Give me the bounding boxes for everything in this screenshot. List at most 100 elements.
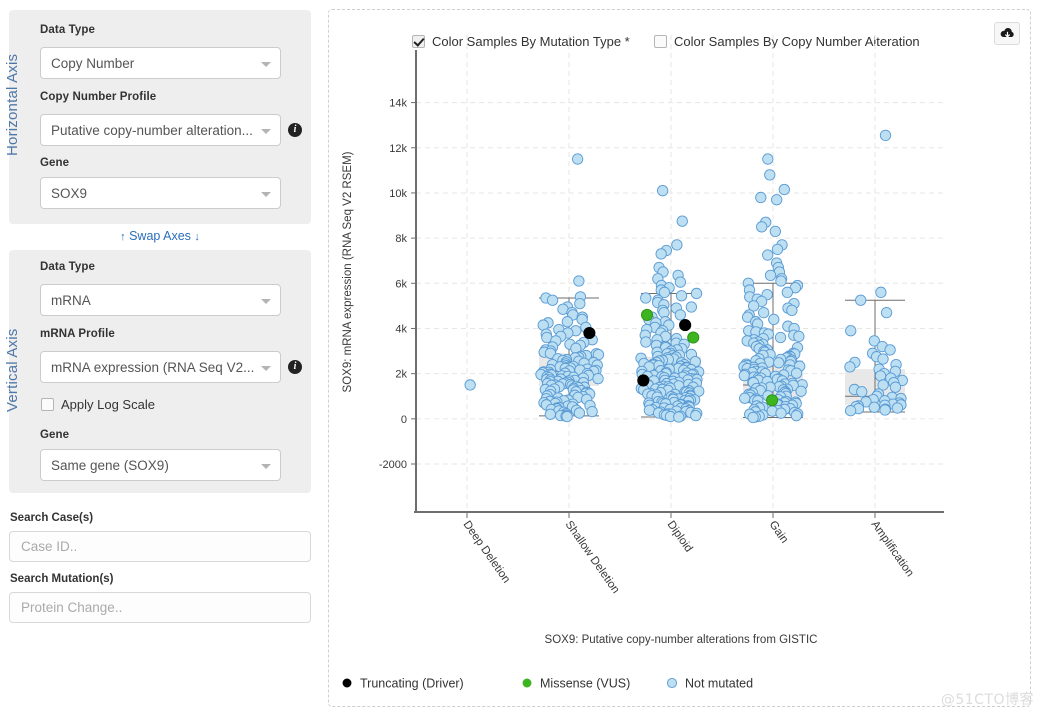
vertical-profile-select[interactable]: mRNA expression (RNA Seq V2... [40, 351, 281, 383]
vertical-gene-select[interactable]: Same gene (SOX9) [40, 449, 281, 481]
data-point-not-mutated [586, 405, 598, 418]
legend-label: Missense (VUS) [540, 677, 630, 691]
data-point-not-mutated [762, 249, 774, 261]
svg-text:Diploid: Diploid [665, 519, 695, 555]
horizontal-gene-value: SOX9 [51, 186, 88, 201]
vertical-gene-value: Same gene (SOX9) [51, 458, 169, 473]
search-mutations-input[interactable] [9, 592, 311, 623]
data-point-not-mutated [771, 194, 783, 206]
data-point-not-mutated [755, 191, 767, 204]
data-point-not-mutated [573, 407, 586, 419]
data-point-not-mutated [771, 243, 784, 256]
chevron-down-icon [261, 192, 271, 197]
checkbox-box [41, 398, 54, 411]
data-point-not-mutated [574, 297, 586, 310]
data-point-not-mutated [844, 361, 856, 373]
horizontal-gene-label: Gene [40, 157, 70, 169]
data-point-not-mutated [592, 372, 604, 385]
data-point-not-mutated [544, 408, 556, 420]
data-point-not-mutated [889, 381, 902, 393]
data-point-not-mutated [778, 183, 790, 196]
svg-text:12k: 12k [389, 143, 407, 155]
legend-swatch [666, 677, 678, 689]
data-point-not-mutated [657, 185, 669, 197]
data-point-not-mutated [762, 153, 774, 165]
arrow-down-icon: ↓ [194, 231, 200, 243]
svg-text:4k: 4k [395, 323, 407, 335]
svg-text:Gain: Gain [767, 519, 791, 546]
horizontal-profile-select[interactable]: Putative copy-number alteration... [40, 114, 281, 146]
chevron-down-icon [261, 299, 271, 304]
horizontal-data-type-select[interactable]: Copy Number [40, 47, 281, 79]
data-point-not-mutated [571, 153, 584, 165]
horizontal-profile-value: Putative copy-number alteration... [51, 123, 253, 138]
data-point-not-mutated [768, 313, 780, 326]
vertical-profile-value: mRNA expression (RNA Seq V2... [51, 360, 254, 375]
svg-text:Amplification: Amplification [869, 519, 916, 579]
info-icon[interactable]: i [288, 123, 302, 137]
watermark: @51CTO博客 [940, 692, 1034, 708]
svg-text:14k: 14k [389, 98, 407, 110]
search-mutations-label: Search Mutation(s) [10, 573, 114, 585]
data-point-not-mutated [793, 330, 805, 343]
chevron-down-icon [261, 366, 271, 371]
svg-text:8k: 8k [395, 233, 407, 245]
data-point-not-mutated [877, 353, 889, 365]
legend-label: Truncating (Driver) [360, 677, 464, 691]
info-icon[interactable]: i [288, 360, 302, 374]
svg-text:SOX9: mRNA expression (RNA Seq: SOX9: mRNA expression (RNA Seq V2 RSEM) [342, 151, 354, 392]
apply-log-scale-checkbox[interactable]: Apply Log Scale [41, 397, 155, 412]
data-point-not-mutated [884, 344, 896, 356]
plot-card: Color Samples By Mutation Type * Color S… [328, 9, 1031, 707]
data-point-not-mutated [685, 301, 698, 313]
vertical-axis-group-label: Vertical Axis [4, 328, 21, 412]
data-point-not-mutated [781, 286, 793, 298]
chart-legend: Truncating (Driver) Missense (VUS) Not mut… [342, 677, 753, 691]
chevron-down-icon [261, 129, 271, 134]
data-point-not-mutated [875, 286, 887, 298]
svg-text:SOX9: Putative copy-number alt: SOX9: Putative copy-number alterations f… [545, 634, 818, 646]
data-point-not-mutated [561, 410, 573, 423]
data-point-not-mutated [655, 248, 667, 260]
data-point-not-mutated [561, 316, 574, 328]
data-point-not-mutated [739, 392, 751, 404]
data-point-not-mutated [573, 275, 585, 287]
data-point-not-mutated [674, 309, 686, 321]
horizontal-gene-select[interactable]: SOX9 [40, 177, 281, 209]
data-point-not-mutated [758, 307, 770, 319]
horizontal-profile-label: Copy Number Profile [40, 91, 157, 103]
swap-axes-label: Swap Axes [129, 229, 191, 243]
data-point-not-mutated [673, 411, 685, 423]
data-point-not-mutated [868, 401, 880, 413]
data-point-not-mutated [769, 225, 781, 237]
data-point-not-mutated [879, 404, 891, 416]
chart-points [464, 129, 908, 424]
svg-text:Shallow Deletion: Shallow Deletion [563, 519, 622, 596]
data-point-not-mutated [756, 221, 768, 233]
chevron-down-icon [261, 464, 271, 469]
chevron-down-icon [261, 62, 271, 67]
svg-text:0: 0 [401, 414, 407, 426]
svg-text:2k: 2k [395, 369, 407, 381]
data-point-not-mutated [464, 379, 476, 391]
vertical-data-type-label: Data Type [40, 261, 96, 273]
svg-text:10k: 10k [389, 188, 407, 200]
data-point-missense [687, 331, 700, 344]
vertical-gene-label: Gene [40, 429, 70, 441]
data-point-not-mutated [855, 294, 867, 306]
data-point-not-mutated [674, 276, 687, 288]
data-point-truncating [583, 326, 596, 340]
data-point-not-mutated [775, 275, 787, 287]
legend-label: Not mutated [685, 677, 753, 691]
controls-sidebar: Horizontal Axis Data Type Copy Number Co… [0, 0, 322, 715]
chart-x-ticks: Deep Deletion Shallow Deletion Diploid Gain… [461, 512, 916, 596]
data-point-not-mutated [856, 386, 868, 398]
swap-axes-button[interactable]: ↑ Swap Axes ↓ [9, 229, 311, 243]
vertical-data-type-select[interactable]: mRNA [40, 284, 281, 316]
vertical-profile-label: mRNA Profile [40, 328, 115, 340]
data-point-not-mutated [675, 290, 688, 302]
data-point-not-mutated [790, 367, 803, 379]
data-point-not-mutated [671, 239, 683, 251]
search-cases-input[interactable] [9, 531, 311, 562]
search-cases-label: Search Case(s) [10, 512, 94, 524]
